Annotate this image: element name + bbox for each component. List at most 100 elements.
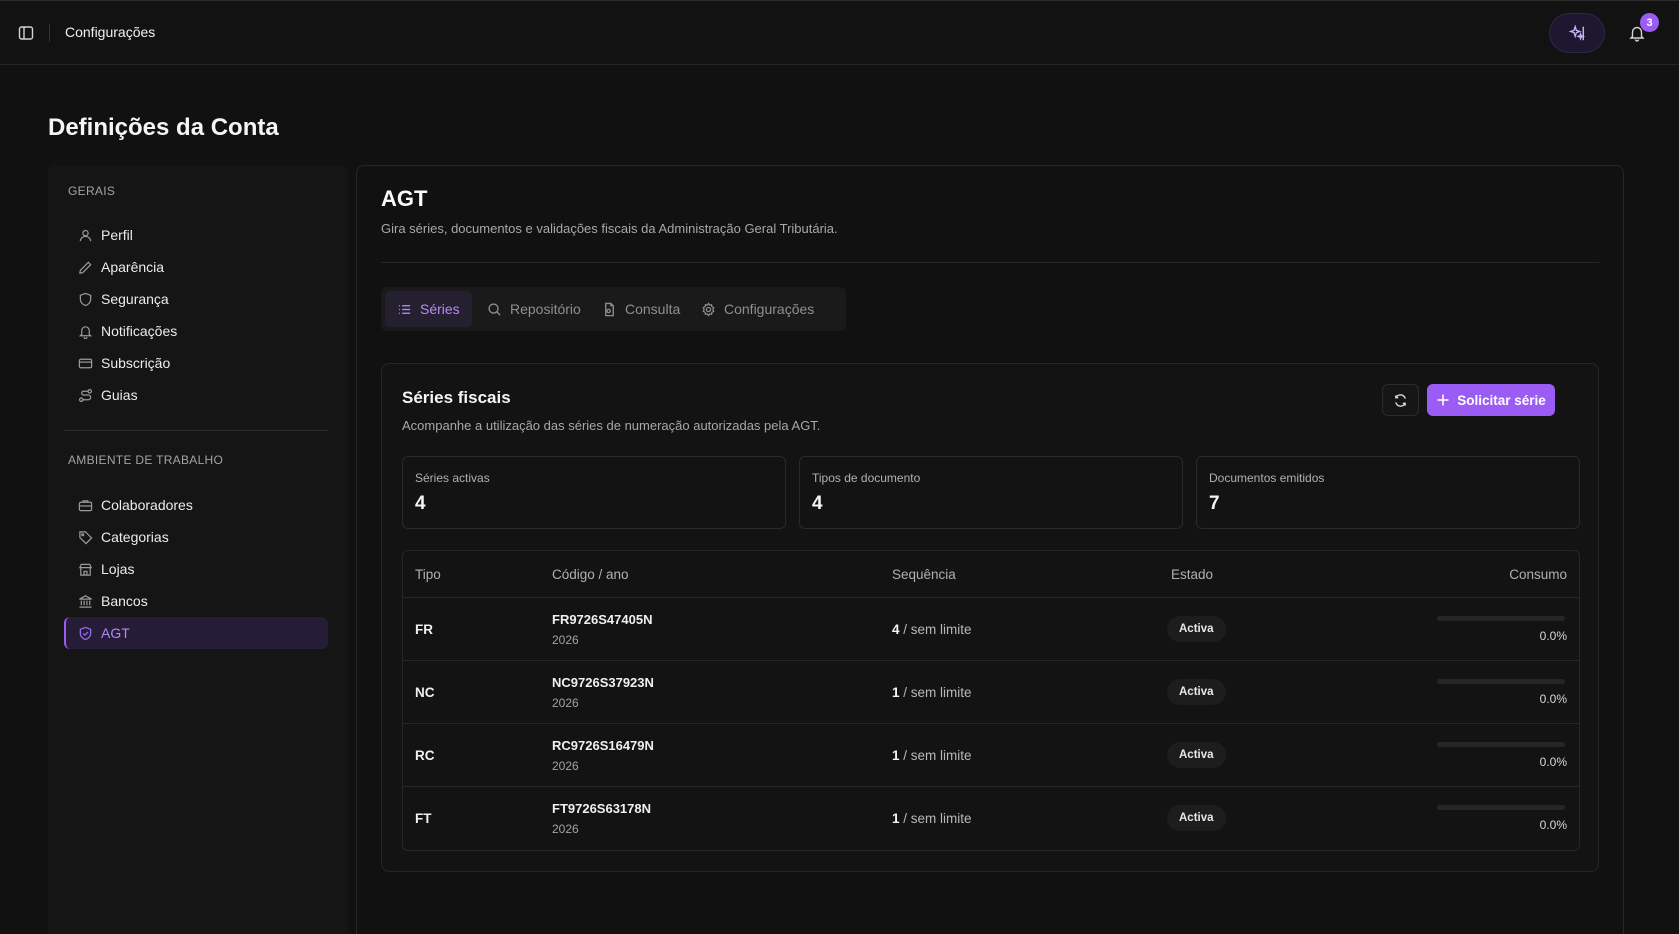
column-header-consumo[interactable]: Consumo — [1509, 567, 1567, 582]
refresh-button[interactable] — [1382, 384, 1419, 416]
stat-value: 4 — [812, 493, 823, 514]
agt-tabs: Séries Repositório Consulta Configuraçõe… — [381, 287, 846, 331]
seq-limit: / sem limite — [899, 685, 972, 700]
sidebar-toggle-icon[interactable] — [18, 25, 34, 41]
sidebar-item-subscricao[interactable]: Subscrição — [64, 347, 328, 379]
seq-current: 1 — [892, 748, 900, 763]
sidebar-item-lojas[interactable]: Lojas — [64, 553, 328, 585]
notifications-count-badge: 3 — [1640, 13, 1659, 32]
tab-consulta[interactable]: Consulta — [590, 291, 692, 327]
gear-icon — [702, 301, 715, 317]
cell-codigo: FR9726S47405N — [552, 612, 653, 627]
table-row[interactable]: FT FT9726S63178N 2026 1 / sem limite Act… — [403, 787, 1579, 850]
column-header-sequencia[interactable]: Sequência — [892, 567, 956, 582]
cell-codigo: NC9726S37923N — [552, 675, 654, 690]
consumo-progress-bar — [1437, 679, 1565, 684]
sidebar-item-label: Guias — [101, 387, 138, 403]
sidebar-item-categorias[interactable]: Categorias — [64, 521, 328, 553]
sidebar-item-agt[interactable]: AGT — [64, 617, 328, 649]
column-header-tipo[interactable]: Tipo — [415, 567, 441, 582]
status-badge: Activa — [1167, 742, 1226, 768]
table-header: Tipo Código / ano Sequência Estado Consu… — [403, 551, 1579, 598]
document-search-icon — [605, 302, 614, 316]
stat-label: Documentos emitidos — [1209, 471, 1325, 485]
seq-current: 4 — [892, 622, 900, 637]
seq-limit: / sem limite — [899, 622, 972, 637]
cell-sequencia: 1 / sem limite — [892, 748, 972, 763]
tab-label: Repositório — [510, 301, 581, 317]
briefcase-icon — [78, 499, 93, 511]
column-header-codigo[interactable]: Código / ano — [552, 567, 629, 582]
sidebar-item-bancos[interactable]: Bancos — [64, 585, 328, 617]
agt-panel: AGT Gira séries, documentos e validações… — [356, 165, 1624, 934]
tab-series[interactable]: Séries — [385, 291, 472, 327]
cell-ano: 2026 — [552, 759, 579, 773]
list-icon — [398, 304, 411, 314]
status-badge: Activa — [1167, 616, 1226, 642]
consumo-progress-bar — [1437, 616, 1565, 621]
tab-configuracoes[interactable]: Configurações — [689, 291, 826, 327]
sidebar-item-label: Categorias — [101, 529, 169, 545]
sparkles-icon — [1568, 24, 1586, 41]
cell-sequencia: 1 / sem limite — [892, 811, 972, 826]
section-title: AGT — [381, 186, 428, 211]
refresh-icon — [1395, 393, 1406, 407]
tab-repositorio[interactable]: Repositório — [475, 291, 593, 327]
pencil-icon — [79, 260, 92, 274]
table-row[interactable]: FR FR9726S47405N 2026 4 / sem limite Act… — [403, 598, 1579, 661]
cell-ano: 2026 — [552, 633, 579, 647]
seq-limit: / sem limite — [899, 748, 972, 763]
cell-ano: 2026 — [552, 822, 579, 836]
stat-value: 7 — [1209, 493, 1220, 514]
plus-icon — [1437, 394, 1449, 406]
sidebar-item-label: Perfil — [101, 227, 133, 243]
stat-label: Séries activas — [415, 471, 490, 485]
cell-codigo: RC9726S16479N — [552, 738, 654, 753]
sidebar-item-label: Colaboradores — [101, 497, 193, 513]
table-row[interactable]: NC NC9726S37923N 2026 1 / sem limite Act… — [403, 661, 1579, 724]
stat-series-activas: Séries activas 4 — [402, 456, 786, 529]
sidebar-section-gerais: GERAIS — [68, 184, 116, 198]
cell-consumo: 0.0% — [1539, 818, 1567, 832]
stat-documentos-emitidos: Documentos emitidos 7 — [1196, 456, 1580, 529]
sidebar-item-perfil[interactable]: Perfil — [64, 219, 328, 251]
sidebar-item-seguranca[interactable]: Segurança — [64, 283, 328, 315]
ai-assistant-button[interactable] — [1549, 13, 1605, 53]
series-fiscais-card: Séries fiscais Acompanhe a utilização da… — [381, 363, 1599, 872]
sidebar-item-notificacoes[interactable]: Notificações — [64, 315, 328, 347]
user-icon — [79, 229, 92, 241]
topbar-divider — [49, 24, 50, 42]
sidebar-item-aparencia[interactable]: Aparência — [64, 251, 328, 283]
settings-sidebar: GERAIS Perfil Aparência Segurança Notifi… — [48, 165, 348, 934]
button-label: Solicitar série — [1457, 392, 1546, 408]
page-title: Definições da Conta — [48, 114, 279, 141]
bank-icon — [79, 594, 92, 608]
sidebar-item-label: AGT — [101, 625, 130, 641]
cell-consumo: 0.0% — [1539, 629, 1567, 643]
sidebar-item-colaboradores[interactable]: Colaboradores — [64, 489, 328, 521]
sidebar-item-guias[interactable]: Guias — [64, 379, 328, 411]
sidebar-item-label: Lojas — [101, 561, 135, 577]
bell-icon — [78, 325, 93, 339]
seq-limit: / sem limite — [899, 811, 972, 826]
sidebar-item-label: Subscrição — [101, 355, 171, 371]
breadcrumb[interactable]: Configurações — [65, 24, 155, 40]
search-icon — [488, 302, 501, 316]
top-bar: Configurações 3 — [0, 0, 1679, 65]
cell-consumo: 0.0% — [1539, 692, 1567, 706]
tab-label: Séries — [420, 301, 460, 317]
cell-codigo: FT9726S63178N — [552, 801, 652, 816]
card-title: Séries fiscais — [402, 388, 511, 407]
cell-sequencia: 4 / sem limite — [892, 622, 972, 637]
status-badge: Activa — [1167, 679, 1226, 705]
table-row[interactable]: RC RC9726S16479N 2026 1 / sem limite Act… — [403, 724, 1579, 787]
seq-current: 1 — [892, 685, 900, 700]
seq-current: 1 — [892, 811, 900, 826]
section-divider — [381, 262, 1599, 263]
cell-tipo: FT — [415, 811, 432, 826]
cell-ano: 2026 — [552, 696, 579, 710]
solicitar-serie-button[interactable]: Solicitar série — [1427, 384, 1555, 416]
store-icon — [78, 563, 93, 576]
section-subtitle: Gira séries, documentos e validações fis… — [381, 221, 838, 236]
column-header-estado[interactable]: Estado — [1171, 567, 1213, 582]
